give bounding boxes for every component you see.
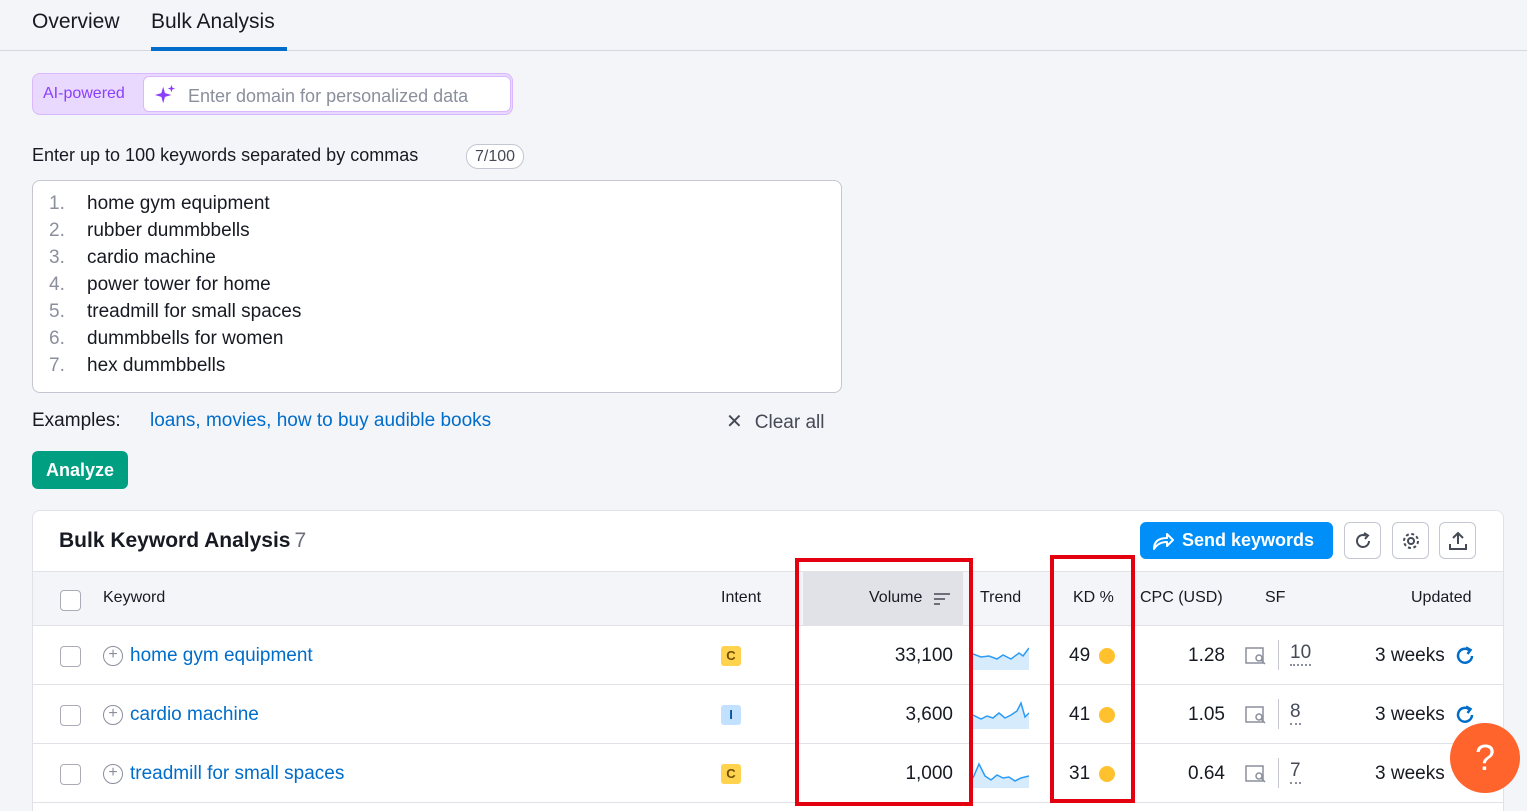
cpc-value: 1.05 — [1188, 704, 1225, 725]
volume-highlight-box — [795, 558, 973, 806]
active-tab-indicator — [151, 47, 287, 51]
trend-sparkline — [973, 647, 1029, 670]
refresh-button[interactable] — [1344, 522, 1381, 559]
keywords-textarea[interactable]: 1. home gym equipment 2. rubber dummbbells… — [32, 180, 842, 393]
line-number: 2. — [49, 220, 65, 241]
updated-value: 3 weeks — [1375, 763, 1445, 784]
table-row: + treadmill for small spaces C 1,000 31 … — [33, 744, 1503, 803]
panel-count: 7 — [294, 529, 307, 552]
row-checkbox[interactable] — [60, 646, 81, 667]
keyword-count-badge: 7/100 — [466, 144, 525, 169]
line-number: 4. — [49, 274, 65, 295]
export-button[interactable] — [1439, 522, 1476, 559]
intent-badge: C — [721, 646, 741, 666]
add-icon[interactable]: + — [103, 764, 123, 784]
keyword-text: dummbbells for women — [87, 328, 284, 349]
sf-divider — [1278, 699, 1279, 729]
settings-button[interactable] — [1392, 522, 1429, 559]
keyword-text: cardio machine — [87, 247, 216, 268]
keyword-text: treadmill for small spaces — [87, 301, 302, 322]
keyword-text: home gym equipment — [87, 193, 270, 214]
header-intent[interactable]: Intent — [721, 589, 761, 607]
refresh-icon — [1356, 532, 1370, 548]
refresh-icon[interactable] — [1455, 646, 1475, 666]
serp-features-icon[interactable] — [1245, 705, 1267, 725]
tab-overview[interactable]: Overview — [32, 10, 120, 34]
row-checkbox[interactable] — [60, 705, 81, 726]
table-row: + cardio machine I 3,600 41 1.05 8 3 wee… — [33, 685, 1503, 744]
keyword-text: power tower for home — [87, 274, 271, 295]
keyword-link[interactable]: treadmill for small spaces — [130, 763, 344, 785]
domain-input-placeholder: Enter domain for personalized data — [188, 86, 469, 106]
row-checkbox[interactable] — [60, 764, 81, 785]
domain-input[interactable]: Enter domain for personalized data — [143, 76, 511, 112]
keyword-line: 7. hex dummbbells — [49, 355, 225, 382]
share-arrow-icon — [1153, 533, 1174, 550]
keyword-link[interactable]: home gym equipment — [130, 645, 313, 667]
keyword-line: 5. treadmill for small spaces — [49, 301, 301, 328]
updated-value: 3 weeks — [1375, 645, 1445, 666]
serp-features-icon[interactable] — [1245, 764, 1267, 784]
refresh-icon[interactable] — [1455, 705, 1475, 725]
intent-badge: I — [721, 705, 741, 725]
keyword-text: hex dummbbells — [87, 355, 226, 376]
keyword-line: 1. home gym equipment — [49, 193, 270, 220]
sparkle-icon — [154, 84, 176, 104]
sf-count[interactable]: 7 — [1290, 760, 1301, 784]
updated-value: 3 weeks — [1375, 704, 1445, 725]
keyword-line: 4. power tower for home — [49, 274, 271, 301]
tab-bar: Overview Bulk Analysis — [0, 0, 1527, 51]
select-all-checkbox[interactable] — [60, 590, 81, 611]
bulk-keyword-panel: Bulk Keyword Analysis 7 Send keywords Key… — [32, 510, 1504, 811]
examples-label: Examples: — [32, 410, 121, 431]
ai-powered-badge: AI-powered — [43, 85, 125, 102]
sf-divider — [1278, 640, 1279, 670]
table-header: Keyword Intent Volume Trend KD % CPC (US… — [33, 571, 1503, 626]
keyword-text: rubber dummbbells — [87, 220, 250, 241]
panel-title-text: Bulk Keyword Analysis — [59, 529, 291, 552]
add-icon[interactable]: + — [103, 646, 123, 666]
keyword-line: 6. dummbbells for women — [49, 328, 283, 355]
keywords-label: Enter up to 100 keywords separated by co… — [32, 145, 419, 165]
header-sf[interactable]: SF — [1265, 589, 1285, 607]
send-keywords-button[interactable]: Send keywords — [1140, 522, 1333, 559]
ai-domain-box: AI-powered Enter domain for personalized… — [32, 73, 513, 115]
line-number: 7. — [49, 355, 65, 376]
panel-title: Bulk Keyword Analysis 7 — [59, 529, 306, 553]
kd-highlight-box — [1050, 555, 1135, 803]
header-keyword[interactable]: Keyword — [103, 589, 165, 607]
cpc-value: 0.64 — [1188, 763, 1225, 784]
intent-badge: C — [721, 764, 741, 784]
sf-count[interactable]: 8 — [1290, 701, 1301, 725]
clear-all-label: Clear all — [754, 412, 825, 433]
serp-features-icon[interactable] — [1245, 646, 1267, 666]
keyword-link[interactable]: cardio machine — [130, 704, 259, 726]
keyword-line: 3. cardio machine — [49, 247, 216, 274]
sf-count[interactable]: 10 — [1290, 642, 1312, 666]
add-icon[interactable]: + — [103, 705, 123, 725]
cpc-value: 1.28 — [1188, 645, 1225, 666]
line-number: 3. — [49, 247, 65, 268]
header-trend[interactable]: Trend — [980, 589, 1021, 607]
line-number: 1. — [49, 193, 65, 214]
gear-icon — [1403, 533, 1419, 549]
line-number: 6. — [49, 328, 65, 349]
send-keywords-label: Send keywords — [1182, 530, 1315, 550]
header-cpc[interactable]: CPC (USD) — [1140, 589, 1223, 607]
tab-bulk-analysis[interactable]: Bulk Analysis — [151, 10, 275, 34]
analyze-button[interactable]: Analyze — [32, 451, 128, 489]
upload-icon — [1449, 531, 1467, 550]
examples-links[interactable]: loans, movies, how to buy audible books — [150, 410, 491, 432]
trend-sparkline — [973, 762, 1029, 788]
header-updated[interactable]: Updated — [1411, 589, 1472, 607]
table-row: + home gym equipment C 33,100 49 1.28 10… — [33, 626, 1503, 685]
sf-divider — [1278, 758, 1279, 788]
help-button[interactable]: ? — [1450, 723, 1520, 793]
line-number: 5. — [49, 301, 65, 322]
close-icon: ✕ — [726, 411, 743, 433]
clear-all-button[interactable]: ✕ Clear all — [726, 409, 824, 434]
trend-sparkline — [973, 700, 1029, 729]
keyword-line: 2. rubber dummbbells — [49, 220, 250, 247]
